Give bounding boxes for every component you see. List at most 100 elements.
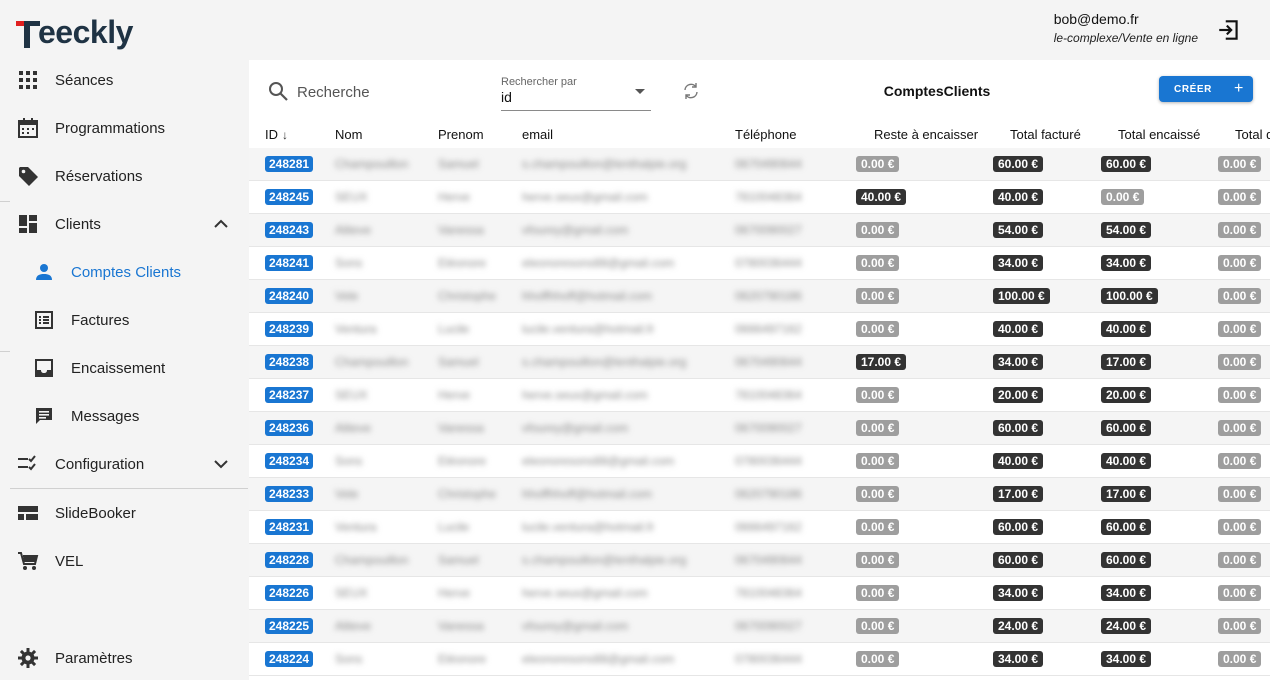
id-badge[interactable]: 248233 (265, 486, 314, 502)
page-title: ComptesClients (883, 83, 991, 99)
search-input[interactable] (295, 79, 489, 105)
cell-reste: 0.00 € (856, 552, 900, 568)
id-badge[interactable]: 248236 (265, 420, 314, 436)
id-badge[interactable]: 248281 (265, 156, 314, 172)
cell-total-encaisse: 60.00 € (1101, 420, 1152, 436)
cell-total-facture: 24.00 € (993, 618, 1044, 634)
id-badge[interactable]: 248238 (265, 354, 314, 370)
cell-total-encaisse: 24.00 € (1101, 618, 1152, 634)
sidebar-item-encaissement[interactable]: Encaissement (0, 348, 248, 388)
column-header-email[interactable]: email (522, 127, 553, 142)
cell-prenom: Lucile (438, 322, 470, 336)
sort-down-icon[interactable]: ↓ (282, 128, 288, 142)
cell-email: herve.seux@gmail.com (522, 388, 648, 402)
id-badge[interactable]: 248231 (265, 519, 314, 535)
cell-telephone: 0666497162 (735, 322, 802, 336)
id-badge[interactable]: 248237 (265, 387, 314, 403)
table-row[interactable]: 248231 Ventura Lucile lucile.ventura@hotmai… (249, 511, 1270, 544)
create-button[interactable]: CRÉER + (1159, 76, 1253, 102)
cell-nom: Sons (335, 652, 363, 666)
table-row[interactable]: 248233 Vele Christophe hhoffhhoff@hotmail.c… (249, 478, 1270, 511)
column-header-total-d[interactable]: Total d (1235, 127, 1270, 142)
sidebar-item-slidebooker[interactable]: SlideBooker (0, 493, 248, 533)
cell-total-encaisse: 100.00 € (1101, 288, 1158, 304)
chevron-up-icon[interactable] (212, 215, 230, 233)
cell-email: hhoffhhoff@hotmail.com (522, 289, 652, 303)
sidebar-item-messages[interactable]: Messages (0, 396, 248, 436)
cell-reste: 40.00 € (856, 189, 907, 205)
sidebar-item-configuration[interactable]: Configuration (0, 444, 248, 484)
cell-reste: 0.00 € (856, 453, 900, 469)
id-badge[interactable]: 248243 (265, 222, 314, 238)
table-row[interactable]: 248245 SEUX Herve herve.seux@gmail.com 78100… (249, 181, 1270, 214)
table-row[interactable]: 248239 Ventura Lucile lucile.ventura@hotmai… (249, 313, 1270, 346)
cell-prenom: Samuel (438, 553, 479, 567)
column-header-nom[interactable]: Nom (335, 127, 362, 142)
table-row[interactable]: 248234 Sons Eléonore eleonoresons88@gmail.c… (249, 445, 1270, 478)
column-header-reste[interactable]: Reste à encaisser (874, 127, 978, 142)
id-badge[interactable]: 248245 (265, 189, 314, 205)
gear-icon (18, 648, 38, 668)
cell-reste: 0.00 € (856, 585, 900, 601)
user-context: le-complexe/Vente en ligne (1053, 31, 1198, 45)
id-badge[interactable]: 248240 (265, 288, 314, 304)
sidebar-item-label: SlideBooker (55, 504, 136, 522)
id-badge[interactable]: 248239 (265, 321, 314, 337)
cell-total-encaisse: 17.00 € (1101, 486, 1152, 502)
table-row[interactable]: 248243 Aliteve Vanessa vfourey@gmail.com 067… (249, 214, 1270, 247)
cell-prenom: Eléonore (438, 256, 487, 270)
column-header-prenom[interactable]: Prenom (438, 127, 484, 142)
column-header-telephone[interactable]: Téléphone (735, 127, 796, 142)
id-badge[interactable]: 248234 (265, 453, 314, 469)
cell-nom: Champouillon (335, 553, 409, 567)
id-badge[interactable]: 248241 (265, 255, 314, 271)
cell-prenom: Lucile (438, 520, 470, 534)
cell-total-d: 0.00 € (1218, 189, 1262, 205)
sidebar-item-reservations[interactable]: Réservations (0, 156, 248, 196)
cell-total-encaisse: 60.00 € (1101, 519, 1152, 535)
cell-email: eleonoresons88@gmail.com (522, 652, 675, 666)
cell-email: vfourey@gmail.com (522, 421, 629, 435)
table-row[interactable]: 248237 SEUX Herve herve.seux@gmail.com 78100… (249, 379, 1270, 412)
column-header-total-encaisse[interactable]: Total encaissé (1118, 127, 1200, 142)
table-row[interactable]: 248240 Vele Christophe hhoffhhoff@hotmail.c… (249, 280, 1270, 313)
cell-email: eleonoresons88@gmail.com (522, 454, 675, 468)
table-row[interactable]: 248228 Champouillon Samuel s.champouillon@l… (249, 544, 1270, 577)
table-row[interactable]: 248226 SEUX Herve herve.seux@gmail.com 78100… (249, 577, 1270, 610)
column-header-total-facture[interactable]: Total facturé (1010, 127, 1081, 142)
sidebar-item-label: Séances (55, 71, 114, 89)
id-badge[interactable]: 248226 (265, 585, 314, 601)
table-row[interactable]: 248236 Aliteve Vanessa vfourey@gmail.com 067… (249, 412, 1270, 445)
search-by-value: id (501, 89, 512, 105)
cell-total-d: 0.00 € (1218, 552, 1262, 568)
table-row[interactable]: 248225 Aliteve Vanessa vfourey@gmail.com 067… (249, 610, 1270, 643)
table-row[interactable]: 248281 Champouillon Samuel s.champouillon@l… (249, 148, 1270, 181)
sidebar-item-seances[interactable]: Séances (0, 60, 248, 100)
cell-telephone: 0780036444 (735, 454, 802, 468)
search-by-select[interactable]: Rechercher par id (501, 76, 651, 111)
sidebar-item-clients[interactable]: Clients (0, 204, 248, 244)
table-row[interactable]: 248241 Sons Eléonore eleonoresons88@gmail.c… (249, 247, 1270, 280)
id-badge[interactable]: 248225 (265, 618, 314, 634)
cell-nom: Aliteve (335, 619, 372, 633)
sidebar-item-vel[interactable]: VEL (0, 541, 248, 581)
refresh-icon[interactable] (681, 81, 701, 101)
id-badge[interactable]: 248228 (265, 552, 314, 568)
sidebar-item-factures[interactable]: Factures (0, 300, 248, 340)
id-badge[interactable]: 248224 (265, 651, 314, 667)
sidebar-item-comptes-clients[interactable]: Comptes Clients (0, 252, 248, 292)
cell-email: s.champouillon@lenthalpie.org (522, 355, 687, 369)
sidebar-item-programmations[interactable]: Programmations (0, 108, 248, 148)
cell-total-facture: 40.00 € (993, 453, 1044, 469)
table-row[interactable]: 248238 Champouillon Samuel s.champouillon@l… (249, 346, 1270, 379)
chevron-down-icon[interactable] (212, 455, 230, 473)
column-header-id[interactable]: ID ↓ (265, 127, 288, 142)
cell-reste: 0.00 € (856, 288, 900, 304)
sidebar: Séances Programmations Réservations Clie… (0, 60, 248, 680)
table-row[interactable]: 248224 Sons Eléonore eleonoresons88@gmail.c… (249, 643, 1270, 676)
app-logo: eeckly (14, 10, 133, 54)
cell-total-d: 0.00 € (1218, 156, 1262, 172)
cell-total-encaisse: 20.00 € (1101, 387, 1152, 403)
logout-icon[interactable] (1216, 17, 1242, 43)
sidebar-item-parametres[interactable]: Paramètres (0, 638, 248, 678)
